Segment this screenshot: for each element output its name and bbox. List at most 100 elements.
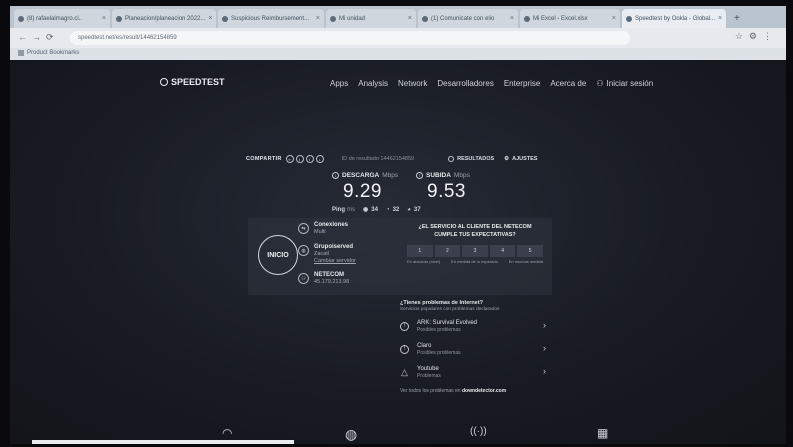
twitter-icon[interactable]: t [295, 155, 304, 163]
tab-label: Mi Excel - Excel.xlsx [533, 15, 588, 22]
close-icon[interactable]: × [205, 15, 212, 22]
close-icon[interactable]: × [99, 15, 106, 22]
internet-issues: ¿Tienes problemas de Internet? Servicios… [400, 300, 550, 394]
download-unit: Mbps [382, 172, 399, 179]
issue-item[interactable]: △ Youtube Problemas › [400, 363, 550, 381]
browser-tab[interactable]: (1) Comunicate con elio × [418, 9, 518, 28]
browser-tab[interactable]: (8) rafaelalmagro.ci.. × [14, 9, 110, 28]
favicon-icon [524, 15, 530, 22]
change-server-link[interactable]: Cambiar servidor [314, 258, 356, 264]
tab-label: Mi unidad [339, 15, 366, 22]
go-button[interactable]: INICIO [258, 235, 298, 275]
share-label: COMPARTIR [246, 156, 282, 162]
go-label: INICIO [267, 251, 289, 259]
more-icon[interactable]: • [315, 155, 324, 163]
favicon-icon [330, 15, 336, 22]
link-icon[interactable]: ∞ [285, 155, 294, 163]
nav-analysis[interactable]: Analysis [358, 79, 388, 88]
rating-scale: 1 2 3 4 5 [407, 245, 543, 257]
settings-link[interactable]: ⚙ AJUSTES [504, 156, 537, 162]
chevron-right-icon: › [543, 343, 546, 353]
share-bar: COMPARTIR ∞ t f • ID de resultado 144621… [246, 153, 552, 165]
browser-tab[interactable]: Mi unidad × [326, 9, 416, 28]
signal-icon[interactable]: ((·)) [470, 426, 487, 437]
close-icon[interactable]: × [715, 15, 722, 22]
login-link[interactable]: ⚇ Iniciar sesión [596, 79, 653, 88]
ping-download-icon: ◔ [385, 206, 390, 213]
close-icon[interactable]: × [609, 15, 616, 22]
nav-apps[interactable]: Apps [330, 79, 348, 88]
results-link[interactable]: RESULTADOS [448, 156, 494, 162]
issues-subheading: Servicios populares con problemas declar… [400, 307, 500, 312]
download-label: DESCARGA [342, 172, 380, 179]
favicon-icon [18, 15, 24, 22]
user-icon: ⚇ [596, 79, 604, 88]
browser-tab[interactable]: Mi Excel - Excel.xlsx × [520, 9, 620, 28]
tab-label: Suspicious Reimbursement... [231, 15, 310, 22]
nav-developers[interactable]: Desarrolladores [437, 79, 493, 88]
connections-info: ⇆ Conexiones Multi [298, 222, 348, 235]
tab-label: (8) rafaelalmagro.ci.. [27, 15, 83, 22]
server-location: Zacatl [314, 251, 329, 257]
rating-option[interactable]: 5 [517, 245, 543, 257]
forward-icon[interactable]: → [32, 32, 41, 42]
nav-enterprise[interactable]: Enterprise [504, 79, 540, 88]
speedtest-logo[interactable]: SPEEDTEST [160, 77, 225, 87]
nav-about[interactable]: Acerca de [550, 79, 586, 88]
building-icon[interactable]: ▦ [597, 426, 608, 440]
screen: (8) rafaelalmagro.ci.. × Planeacion/plane… [10, 6, 786, 444]
logo-text: SPEEDTEST [171, 77, 225, 87]
issue-item[interactable]: ! ARK: Survival Evolved Posibles problema… [400, 317, 550, 335]
upload-value: 9.53 [427, 181, 466, 202]
ping-unit: ms [347, 206, 355, 213]
speedtest-page: SPEEDTEST Apps Analysis Network Desarrol… [10, 60, 786, 444]
browser-tab[interactable]: Suspicious Reimbursement... × [218, 9, 324, 28]
ping-idle-icon: ◉ [363, 207, 369, 213]
scale-high-label: En muchas medida [508, 259, 543, 264]
close-icon[interactable]: × [507, 15, 514, 22]
scale-mid-label: En medida de lo esperado [451, 259, 498, 264]
ping-label: Ping [332, 206, 345, 213]
rating-option[interactable]: 3 [462, 245, 488, 257]
browser-tab-active[interactable]: Speedtest by Ookla - Global... × [622, 9, 726, 28]
connections-value[interactable]: Multi [314, 229, 348, 235]
results-icon [448, 156, 455, 162]
isp-ip: 45.179.213.98 [314, 279, 350, 285]
close-icon[interactable]: × [313, 15, 320, 22]
main-nav: Apps Analysis Network Desarrolladores En… [330, 79, 653, 88]
toolbar-icons[interactable]: ☆⚙⋮ [735, 31, 778, 42]
address-bar[interactable]: speedtest.net/es/result/14462154859 [70, 31, 630, 45]
warning-icon: △ [401, 366, 408, 377]
survey: ¿EL SERVICIO AL CLIENTE DEL NETECOM CUMP… [407, 223, 543, 264]
downdetector-link[interactable]: downdetector.com [462, 388, 506, 394]
close-icon[interactable]: × [405, 15, 412, 22]
rating-option[interactable]: 4 [489, 245, 516, 257]
facebook-icon[interactable]: f [305, 155, 314, 163]
browser-tab[interactable]: Planeacion/planeacion 2022... × [112, 9, 216, 28]
back-icon[interactable]: ← [18, 32, 27, 42]
rating-option[interactable]: 1 [407, 245, 433, 257]
ping-upload-icon: ◕ [407, 206, 411, 213]
ping-download-value: 32 [392, 206, 400, 213]
rating-option[interactable]: 2 [434, 245, 461, 257]
issue-desc: Problemas [417, 372, 441, 379]
search-icon[interactable]: ◠ [222, 426, 232, 440]
bookmark-icon [18, 50, 24, 56]
issue-name: Youtube [417, 365, 439, 372]
nav-network[interactable]: Network [398, 79, 427, 88]
downdetector-line: Ver todos los problemas en downdetector.… [400, 388, 550, 394]
favicon-icon [626, 15, 632, 22]
new-tab-button[interactable]: + [730, 9, 746, 28]
reload-icon[interactable]: ⟳ [46, 32, 54, 43]
upload-icon: ↑ [416, 172, 423, 179]
results-label: RESULTADOS [457, 156, 495, 162]
tab-label: Planeacion/planeacion 2022... [125, 15, 206, 22]
survey-question: ¿EL SERVICIO AL CLIENTE DEL NETECOM CUMP… [418, 224, 532, 238]
user-icon: ⚇ [298, 273, 309, 284]
download-metric: ↓ DESCARGA Mbps 9.29 [332, 172, 398, 203]
issue-item[interactable]: ! Claro Posibles problemas › [400, 340, 550, 358]
globe-icon[interactable]: ◍ [345, 426, 357, 443]
bookmark-item[interactable]: Product Bookmarks [18, 50, 79, 56]
ping-row: Ping ms ◉ 34 ◔ 32 ◕ 37 [332, 206, 421, 214]
url-text: speedtest.net/es/result/14462154859 [78, 35, 177, 41]
